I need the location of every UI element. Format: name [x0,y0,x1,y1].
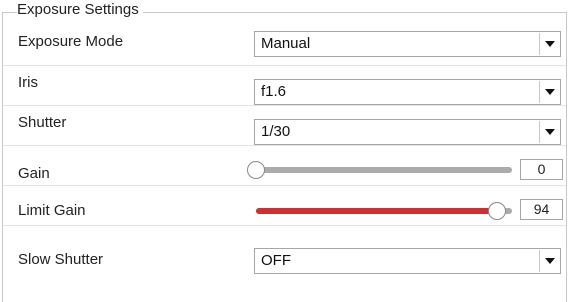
shutter-label: Shutter [18,114,67,131]
iris-select[interactable]: f1.6 [254,79,561,105]
chevron-down-icon[interactable] [539,121,559,143]
slow-shutter-value: OFF [261,252,291,269]
slow-shutter-row: Slow Shutter OFF [3,225,566,274]
iris-label: Iris [18,74,38,91]
exposure-mode-label: Exposure Mode [18,33,124,50]
chevron-down-icon[interactable] [539,33,559,55]
gain-row: Gain 0 [3,145,566,186]
slider-handle[interactable] [488,202,506,220]
gain-slider[interactable] [247,161,512,179]
gain-value-box[interactable]: 0 [520,159,563,180]
limit-gain-row: Limit Gain 94 [3,185,566,226]
limit-gain-slider[interactable] [256,202,512,220]
limit-gain-value-box[interactable]: 94 [520,199,563,220]
slow-shutter-select[interactable]: OFF [254,248,561,274]
slider-handle[interactable] [247,161,265,179]
chevron-down-icon[interactable] [539,81,559,103]
exposure-mode-row: Exposure Mode Manual [3,25,566,65]
iris-row: Iris f1.6 [3,65,566,106]
exposure-mode-select[interactable]: Manual [254,31,561,57]
limit-gain-label: Limit Gain [18,202,86,219]
slider-fill [256,208,497,214]
iris-value: f1.6 [261,83,287,100]
shutter-value: 1/30 [261,123,291,140]
shutter-row: Shutter 1/30 [3,105,566,146]
exposure-settings-panel: Exposure Settings Exposure Mode Manual I… [2,1,567,302]
exposure-mode-value: Manual [261,35,311,52]
panel-title: Exposure Settings [17,1,143,19]
chevron-down-icon[interactable] [539,250,559,272]
slow-shutter-label: Slow Shutter [18,251,104,268]
gain-label: Gain [18,165,50,182]
slider-track [256,167,512,173]
shutter-select[interactable]: 1/30 [254,119,561,145]
